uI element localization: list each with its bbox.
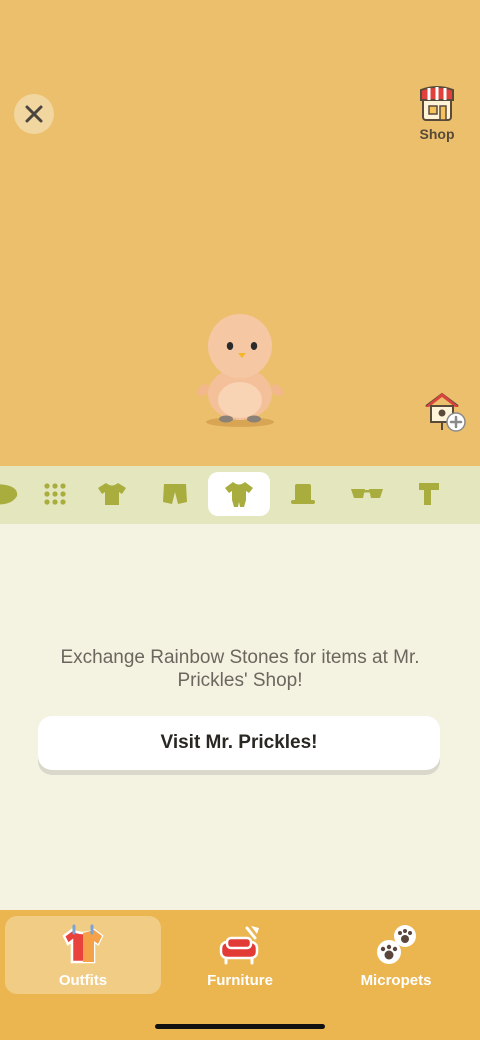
- nav-item-furniture[interactable]: Furniture: [162, 916, 318, 994]
- tab-hats[interactable]: [272, 472, 334, 516]
- nav-label-micropets: Micropets: [360, 972, 432, 989]
- outfits-icon: [62, 924, 104, 964]
- add-home-button[interactable]: [422, 388, 468, 434]
- furniture-icon: [219, 926, 259, 965]
- onesie-icon: [225, 482, 253, 507]
- hat-icon: [291, 484, 315, 504]
- shirt-icon: [98, 483, 126, 505]
- tab-scarves[interactable]: [398, 472, 460, 516]
- tab-onesies[interactable]: [208, 472, 270, 516]
- close-button[interactable]: [14, 94, 54, 134]
- tab-all[interactable]: [24, 472, 86, 516]
- micropets-icon: [377, 925, 416, 964]
- empty-state-message: Exchange Rainbow Stones for items at Mr.…: [60, 647, 420, 691]
- tab-bottoms[interactable]: [144, 472, 206, 516]
- nav-label-furniture: Furniture: [207, 972, 273, 989]
- nav-item-outfits[interactable]: Outfits: [5, 916, 161, 994]
- nav-item-micropets[interactable]: Micropets: [318, 916, 474, 994]
- bottom-nav: Outfits Furniture Micropets: [0, 910, 480, 1040]
- tab-glasses[interactable]: [336, 472, 398, 516]
- character-stage: Shop: [0, 0, 480, 466]
- nav-label-outfits: Outfits: [58, 972, 108, 989]
- home-indicator[interactable]: [155, 1024, 325, 1029]
- tab-tops[interactable]: [81, 472, 143, 516]
- house-add-icon: [425, 392, 466, 432]
- shorts-icon: [163, 484, 187, 504]
- leaf-icon: [0, 484, 18, 505]
- shop-label: Shop: [419, 126, 455, 142]
- category-tabs: [0, 466, 480, 524]
- character-avatar: [190, 312, 290, 434]
- shop-icon: [420, 86, 454, 121]
- shop-button[interactable]: Shop: [412, 84, 462, 146]
- scarf-icon: [419, 483, 439, 505]
- glasses-icon: [351, 489, 383, 498]
- grid-icon: [44, 483, 66, 505]
- close-icon: [25, 105, 43, 123]
- visit-shop-button[interactable]: Visit Mr. Prickles!: [38, 716, 440, 770]
